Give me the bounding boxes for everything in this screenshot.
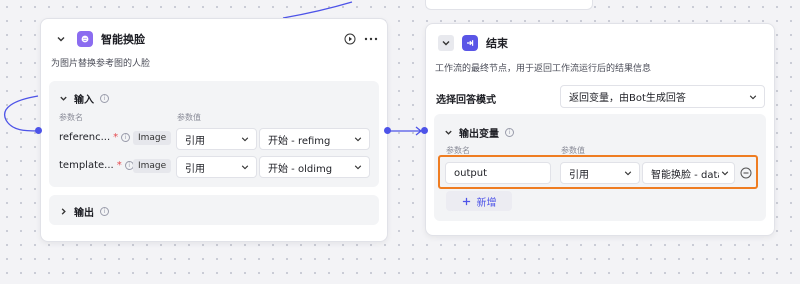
col-param-value: 参数值 <box>177 113 201 122</box>
more-icon[interactable] <box>363 32 379 46</box>
ref-select[interactable]: 引用 <box>176 156 257 178</box>
ref-select-value: 引用 <box>185 135 205 147</box>
chevron-right-icon <box>61 208 66 215</box>
answer-mode-select[interactable]: 返回变量，由Bot生成回答 <box>560 85 765 108</box>
ref-select-value: 引用 <box>569 169 589 181</box>
input-port[interactable] <box>35 127 42 134</box>
add-button-label: 新增 <box>476 197 497 209</box>
info-icon: i <box>100 94 109 103</box>
output-name-value: output <box>454 167 487 179</box>
collapse-chevron-icon[interactable] <box>53 31 69 47</box>
add-button[interactable]: 新增 <box>446 191 512 211</box>
chevron-down-icon <box>354 165 362 170</box>
required-mark: * <box>113 132 119 143</box>
type-badge: Image <box>133 159 172 173</box>
chevron-down-icon <box>721 171 729 176</box>
output-section-header[interactable]: 输出 i <box>59 204 109 219</box>
chevron-down-icon <box>241 137 249 142</box>
param-name: referenc... <box>59 132 111 143</box>
input-section-header[interactable]: 输入 i <box>59 91 109 106</box>
answer-mode-value: 返回变量，由Bot生成回答 <box>569 93 686 104</box>
run-icon[interactable] <box>343 32 357 46</box>
node-description: 工作流的最终节点，用于返回工作流运行后的结果信息 <box>435 64 652 74</box>
info-icon: i <box>100 207 109 216</box>
output-variables-title: 输出变量 <box>459 129 499 140</box>
info-icon: i <box>121 133 131 142</box>
node-title: 智能换脸 <box>101 33 145 46</box>
chevron-down-icon <box>749 94 757 99</box>
input-section: 输入 i 参数名 参数值 referenc... * i Image 引用 开始… <box>49 81 379 187</box>
value-select-value: 开始 - refimg <box>268 135 331 147</box>
face-swap-node[interactable]: 智能换脸 为图片替换参考图的人脸 输入 i 参数名 参数值 referenc..… <box>40 18 388 242</box>
ref-select[interactable]: 引用 <box>176 128 257 150</box>
chevron-down-icon <box>445 130 452 135</box>
value-select[interactable]: 开始 - oldimg <box>259 156 370 178</box>
required-mark: * <box>116 160 122 171</box>
col-param-name: 参数名 <box>59 113 83 122</box>
node-edge-stub <box>425 0 593 10</box>
value-select-value: 开始 - oldimg <box>268 163 333 175</box>
answer-mode-label: 选择回答模式 <box>436 95 496 106</box>
output-name-input[interactable]: output <box>445 162 551 184</box>
param-name: template... <box>59 160 114 171</box>
input-port[interactable] <box>421 127 428 134</box>
plus-icon <box>462 197 470 205</box>
remove-icon[interactable] <box>739 166 753 180</box>
output-variables-header[interactable]: 输出变量 i <box>444 125 514 140</box>
output-section-title: 输出 <box>74 208 94 219</box>
end-icon <box>462 35 478 51</box>
output-variables-section: 输出变量 i 参数名 参数值 output 引用 智能换脸 - data 新增 <box>434 114 766 221</box>
chevron-down-icon <box>354 137 362 142</box>
chevron-down-icon <box>241 165 249 170</box>
chevron-down-icon <box>60 96 67 101</box>
collapse-chevron-icon[interactable] <box>438 35 454 51</box>
param-row-name: referenc... * i <box>59 132 131 143</box>
node-description: 为图片替换参考图的人脸 <box>51 59 151 69</box>
value-select[interactable]: 开始 - refimg <box>259 128 370 150</box>
ref-select[interactable]: 引用 <box>560 162 640 184</box>
output-port[interactable] <box>384 127 391 134</box>
input-section-title: 输入 <box>74 95 94 106</box>
chevron-down-icon <box>624 171 632 176</box>
info-icon: i <box>505 128 514 137</box>
output-section: 输出 i <box>49 195 379 225</box>
face-swap-icon <box>77 31 93 47</box>
ref-select-value: 引用 <box>185 163 205 175</box>
type-badge: Image <box>133 131 172 145</box>
node-title: 结束 <box>486 37 508 50</box>
value-select-value: 智能换脸 - data <box>651 169 719 181</box>
param-row-name: template... * i <box>59 160 134 171</box>
value-select[interactable]: 智能换脸 - data <box>642 162 735 184</box>
end-node[interactable]: 结束 工作流的最终节点，用于返回工作流运行后的结果信息 选择回答模式 返回变量，… <box>425 23 775 236</box>
